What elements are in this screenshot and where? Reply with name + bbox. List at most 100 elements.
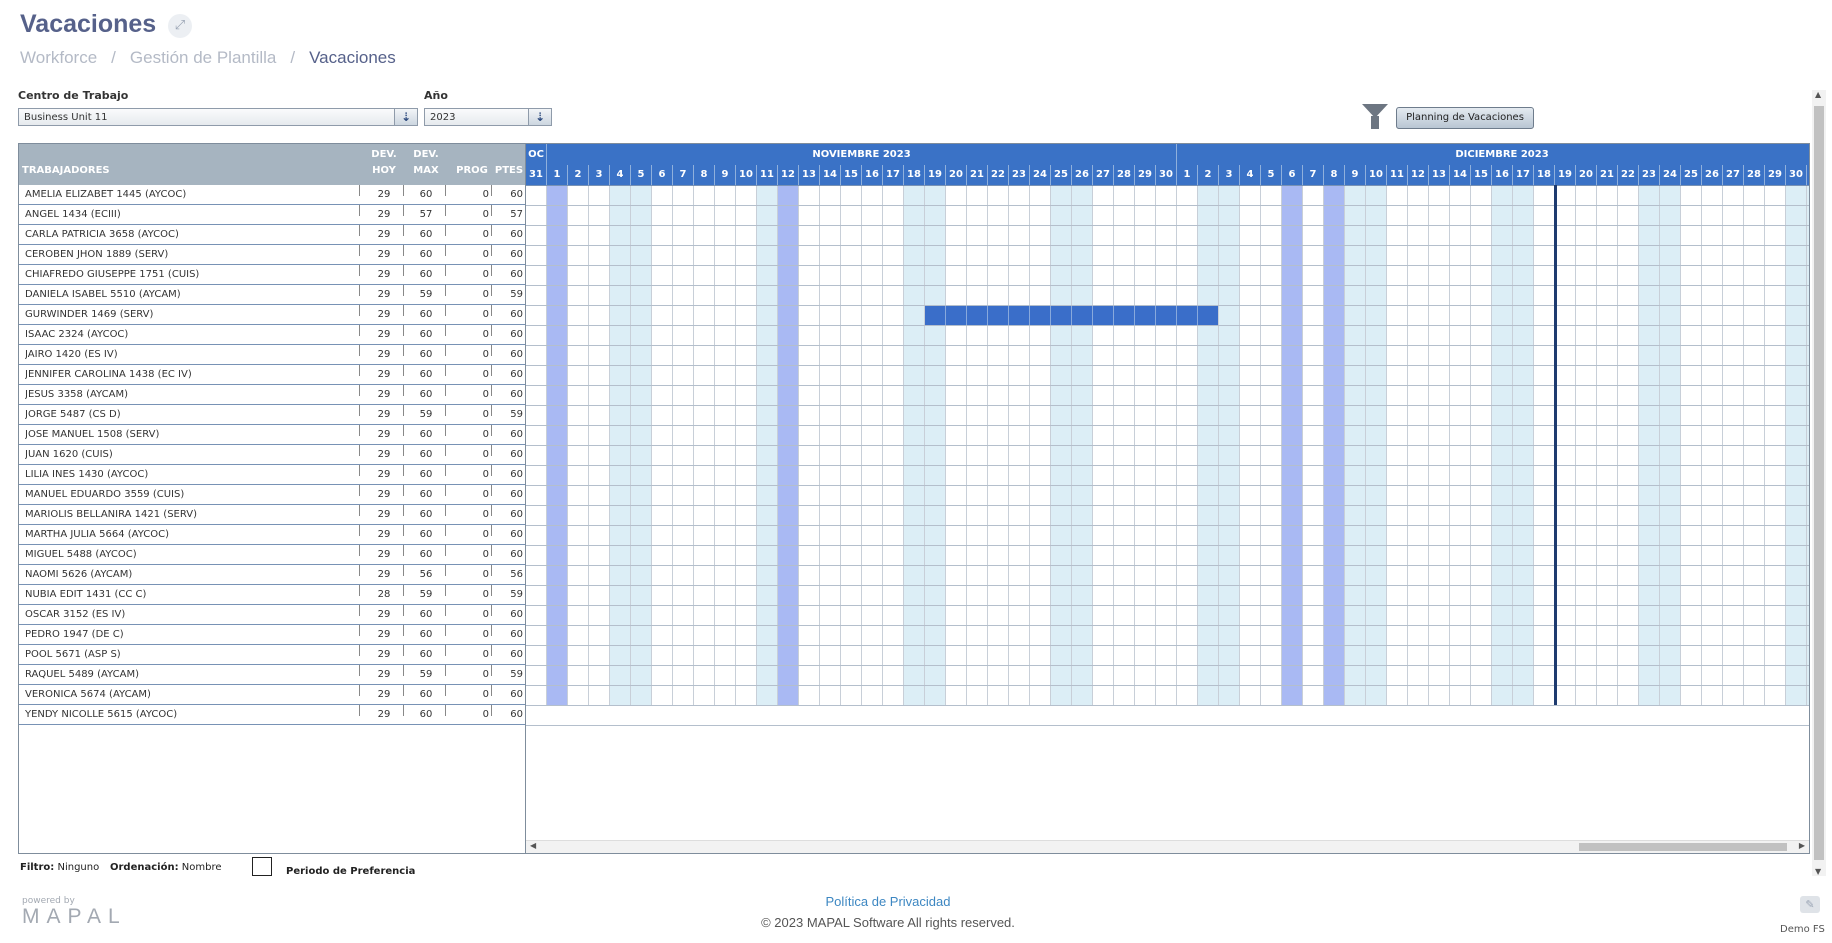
horizontal-scrollbar[interactable]: ◀ ▶ [526,840,1809,853]
chevron-down-icon[interactable]: ⇣ [528,109,551,125]
day-column[interactable] [1324,186,1345,706]
table-row[interactable]: RAQUEL 5489 (AYCAM) 29 59 0 59 [19,665,525,685]
table-row[interactable]: JUAN 1620 (CUIS) 29 60 0 60 [19,445,525,465]
day-column[interactable] [1534,186,1555,706]
day-column[interactable] [1471,186,1492,706]
day-column[interactable] [1765,186,1786,706]
day-column[interactable] [862,186,883,706]
day-column[interactable] [1366,186,1387,706]
day-column[interactable] [1177,186,1198,706]
table-row[interactable]: JOSE MANUEL 1508 (SERV) 29 60 0 60 [19,425,525,445]
day-column[interactable] [1555,186,1576,706]
day-column[interactable] [1429,186,1450,706]
day-column[interactable] [757,186,778,706]
day-column[interactable] [1135,186,1156,706]
day-column[interactable] [1660,186,1681,706]
day-column[interactable] [988,186,1009,706]
day-column[interactable] [589,186,610,706]
table-row[interactable]: JESUS 3358 (AYCAM) 29 60 0 60 [19,385,525,405]
day-column[interactable] [820,186,841,706]
chevron-down-icon[interactable]: ⇣ [394,109,417,125]
day-column[interactable] [610,186,631,706]
table-row[interactable]: JORGE 5487 (CS D) 29 59 0 59 [19,405,525,425]
day-column[interactable] [1513,186,1534,706]
day-column[interactable] [1744,186,1765,706]
table-row[interactable]: JENNIFER CAROLINA 1438 (EC IV) 29 60 0 60 [19,365,525,385]
table-row[interactable]: NAOMI 5626 (AYCAM) 29 56 0 56 [19,565,525,585]
day-column[interactable] [631,186,652,706]
expand-icon[interactable]: ⤢ [168,14,192,38]
day-column[interactable] [1261,186,1282,706]
day-column[interactable] [1303,186,1324,706]
day-column[interactable] [1408,186,1429,706]
day-column[interactable] [1702,186,1723,706]
table-row[interactable]: CARLA PATRICIA 3658 (AYCOC) 29 60 0 60 [19,225,525,245]
scroll-left-icon[interactable]: ◀ [530,841,536,850]
table-row[interactable]: ISAAC 2324 (AYCOC) 29 60 0 60 [19,325,525,345]
day-column[interactable] [1051,186,1072,706]
table-row[interactable]: GURWINDER 1469 (SERV) 29 60 0 60 [19,305,525,325]
day-column[interactable] [1597,186,1618,706]
privacy-link-text[interactable]: Política de Privacidad [825,894,950,909]
day-column[interactable] [1156,186,1177,706]
day-column[interactable] [568,186,589,706]
day-column[interactable] [1030,186,1051,706]
day-column[interactable] [1450,186,1471,706]
table-row[interactable]: JAIRO 1420 (ES IV) 29 60 0 60 [19,345,525,365]
day-column[interactable] [1282,186,1303,706]
day-column[interactable] [1576,186,1597,706]
day-column[interactable] [778,186,799,706]
header-trabajadores[interactable]: TRABAJADORES [22,163,110,178]
day-column[interactable] [1072,186,1093,706]
table-row[interactable]: AMELIA ELIZABET 1445 (AYCOC) 29 60 0 60 [19,185,525,205]
day-column[interactable] [1219,186,1240,706]
day-column[interactable] [841,186,862,706]
day-column[interactable] [547,186,568,706]
table-row[interactable]: OSCAR 3152 (ES IV) 29 60 0 60 [19,605,525,625]
day-column[interactable] [694,186,715,706]
filter-icon-stem[interactable] [1371,116,1379,129]
table-row[interactable]: LILIA INES 1430 (AYCOC) 29 60 0 60 [19,465,525,485]
vacation-period-bar[interactable] [925,306,1218,325]
table-row[interactable]: ANGEL 1434 (ECIII) 29 57 0 57 [19,205,525,225]
day-column[interactable] [799,186,820,706]
day-column[interactable] [1681,186,1702,706]
day-column[interactable] [1198,186,1219,706]
centro-trabajo-select[interactable]: Business Unit 11 ⇣ [18,108,418,126]
day-column[interactable] [1009,186,1030,706]
table-row[interactable]: MARIOLIS BELLANIRA 1421 (SERV) 29 60 0 60 [19,505,525,525]
day-column[interactable] [1807,186,1809,706]
day-column[interactable] [1240,186,1261,706]
day-column[interactable] [1723,186,1744,706]
day-column[interactable] [715,186,736,706]
day-column[interactable] [526,186,547,706]
day-column[interactable] [1345,186,1366,706]
table-row[interactable]: PEDRO 1947 (DE C) 29 60 0 60 [19,625,525,645]
day-column[interactable] [652,186,673,706]
day-column[interactable] [1387,186,1408,706]
table-row[interactable]: POOL 5671 (ASP S) 29 60 0 60 [19,645,525,665]
table-row[interactable]: NUBIA EDIT 1431 (CC C) 28 59 0 59 [19,585,525,605]
vertical-scrollbar[interactable]: ▲ ▼ [1812,90,1826,876]
day-column[interactable] [883,186,904,706]
table-row[interactable]: YENDY NICOLLE 5615 (AYCOC) 29 60 0 60 [19,705,525,725]
table-row[interactable]: MIGUEL 5488 (AYCOC) 29 60 0 60 [19,545,525,565]
day-column[interactable] [1114,186,1135,706]
day-column[interactable] [1786,186,1807,706]
day-column[interactable] [1618,186,1639,706]
day-column[interactable] [736,186,757,706]
scroll-up-icon[interactable]: ▲ [1815,90,1821,99]
day-column[interactable] [1093,186,1114,706]
table-row[interactable]: MANUEL EDUARDO 3559 (CUIS) 29 60 0 60 [19,485,525,505]
day-column[interactable] [673,186,694,706]
scroll-down-icon[interactable]: ▼ [1815,867,1821,876]
day-column[interactable] [946,186,967,706]
breadcrumb-gestion-plantilla[interactable]: Gestión de Plantilla [130,48,276,67]
day-column[interactable] [1639,186,1660,706]
day-column[interactable] [904,186,925,706]
table-row[interactable]: CEROBEN JHON 1889 (SERV) 29 60 0 60 [19,245,525,265]
breadcrumb-workforce[interactable]: Workforce [20,48,97,67]
table-row[interactable]: CHIAFREDO GIUSEPPE 1751 (CUIS) 29 60 0 60 [19,265,525,285]
horizontal-scroll-thumb[interactable] [1579,843,1787,851]
vertical-scroll-thumb[interactable] [1814,106,1824,860]
